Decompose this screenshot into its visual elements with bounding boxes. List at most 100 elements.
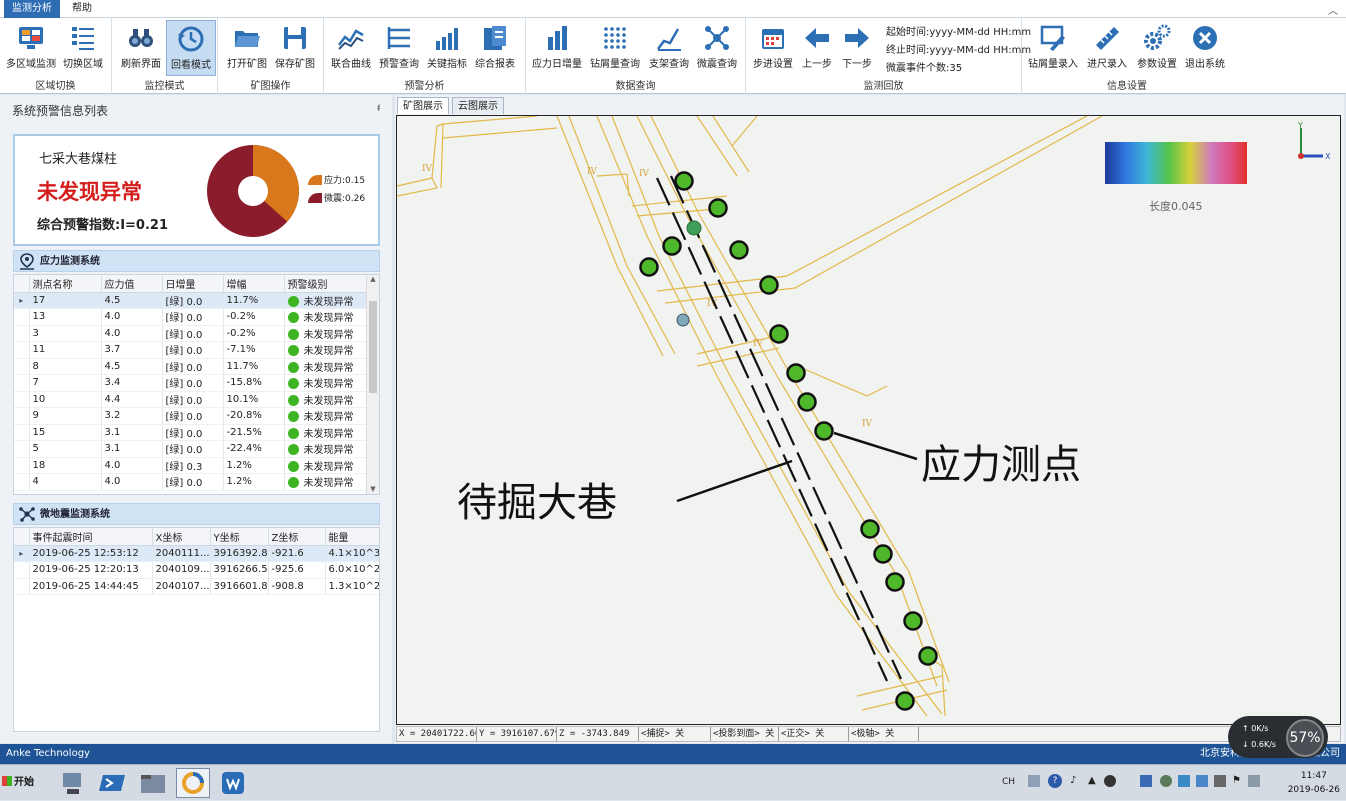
header-point-name[interactable]: 测点名称 (29, 275, 102, 293)
micro-table-row[interactable]: ▸ 2019-06-25 12:53:12 2040111... 3916392.8-… (14, 545, 379, 562)
sensor-sphere-icon[interactable] (686, 220, 702, 236)
network-speed-widget[interactable]: ↑ 0K/s ↓ 0.6K/s 57% (1228, 716, 1328, 758)
stress-point-marker[interactable] (674, 171, 694, 191)
save-map-button[interactable]: 保存矿图 (270, 20, 320, 76)
stress-point-marker[interactable] (662, 236, 682, 256)
tab-monitor-analysis[interactable]: 监测分析 (4, 0, 60, 18)
taskbar-app-explorer[interactable] (136, 768, 170, 798)
header-daily-increment[interactable]: 日增量 (162, 275, 224, 293)
stress-system-header[interactable]: 应力监测系统 (13, 250, 380, 272)
stress-table-row[interactable]: 8 4.5 [绿] 0.0 11.7% 未发现异常 (14, 358, 368, 375)
taskbar-app-wps[interactable] (216, 768, 250, 798)
stress-table-row[interactable]: 3 4.0 [绿] 0.0 -0.2% 未发现异常 (14, 325, 368, 342)
stress-point-marker[interactable] (759, 275, 779, 295)
header-x-coord[interactable]: X坐标 (152, 528, 211, 546)
display-icon[interactable] (1248, 775, 1260, 787)
group-map-ops: 打开矿图 保存矿图 矿图操作 (218, 18, 324, 94)
wps-icon (222, 772, 244, 794)
tray-app-icon[interactable] (1104, 775, 1116, 787)
next-step-button[interactable]: 下一步 (832, 20, 882, 76)
stress-table-row[interactable]: 5 3.1 [绿] 0.0 -22.4% 未发现异常 (14, 440, 368, 458)
stress-point-marker[interactable] (769, 324, 789, 344)
usage-percent: 57% (1286, 719, 1324, 757)
scroll-up-icon[interactable]: ▲ (367, 275, 379, 283)
header-stress-value[interactable]: 应力值 (101, 275, 163, 293)
shield-icon[interactable] (1178, 775, 1190, 787)
usb-icon[interactable] (1214, 775, 1226, 787)
header-warning-level[interactable]: 预警级别 (284, 275, 368, 293)
stress-table-row[interactable]: 18 4.0 [绿] 0.3 1.2% 未发现异常 (14, 457, 368, 474)
microseismic-system-header[interactable]: 微地震监测系统 (13, 503, 380, 525)
snap-toggle[interactable]: <捕捉> 关 (639, 727, 711, 741)
micro-table-row[interactable]: 2019-06-25 14:44:45 2040107... 3916601.8 -9… (14, 578, 379, 595)
system-clock[interactable]: 11:47 2019-06-26 (1288, 769, 1340, 797)
stress-point-marker[interactable] (814, 421, 834, 441)
pin-icon[interactable]: ᵮ (377, 103, 380, 114)
stress-point-marker[interactable] (860, 519, 880, 539)
stress-daily-increment-button[interactable]: 应力日增量 (532, 20, 582, 76)
sensor-sphere-icon[interactable] (676, 313, 690, 327)
stress-point-marker[interactable] (895, 691, 915, 711)
stress-table-row[interactable]: 11 3.7 [绿] 0.0 -7.1% 未发现异常 (14, 341, 368, 359)
tray-app-icon[interactable] (1160, 775, 1172, 787)
taskbar-app-network[interactable] (56, 768, 90, 798)
switch-region-button[interactable]: 切换区域 (58, 20, 108, 76)
point-name-cell: 17 (29, 292, 102, 309)
stress-point-marker[interactable] (786, 363, 806, 383)
tab-contour-map[interactable]: 云图展示 (452, 97, 504, 114)
header-energy[interactable]: 能量 (325, 528, 379, 546)
green-status-icon (287, 295, 299, 307)
stress-table-scrollbar[interactable]: ▲ ▼ (366, 275, 379, 494)
ribbon-collapse-icon[interactable]: ︿ (1328, 2, 1338, 17)
header-z-coord[interactable]: Z坐标 (268, 528, 326, 546)
stress-table-row[interactable]: ▸ 17 4.5 [绿] 0.0 11.7% 未发现异常 (14, 292, 368, 309)
projection-toggle[interactable]: <投影到面> 关 (711, 727, 779, 741)
row-indicator (14, 578, 30, 595)
start-button[interactable]: 开始 (2, 771, 38, 795)
polar-toggle[interactable]: <极轴> 关 (849, 727, 919, 741)
stress-table-row[interactable]: 7 3.4 [绿] 0.0 -15.8% 未发现异常 (14, 374, 368, 392)
stress-table-row[interactable]: 15 3.1 [绿] 0.0 -21.5% 未发现异常 (14, 424, 368, 441)
legend-stress-label: 应力:0.15 (324, 176, 366, 186)
help-icon[interactable]: ? (1048, 774, 1062, 788)
drill-cuttings-query-button[interactable]: 钻屑量查询 (590, 20, 640, 76)
stress-point-marker[interactable] (639, 257, 659, 277)
group-monitor-mode: 刷新界面 回看模式 监控模式 (112, 18, 218, 94)
stress-point-marker[interactable] (797, 392, 817, 412)
summary-report-button[interactable]: 综合报表 (470, 20, 520, 76)
input-language[interactable]: CH (1002, 777, 1015, 787)
keyboard-icon[interactable] (1028, 775, 1040, 787)
stress-point-marker[interactable] (903, 611, 923, 631)
tab-help[interactable]: 帮助 (64, 0, 100, 18)
tab-mine-map[interactable]: 矿图展示 (397, 97, 449, 114)
scroll-down-icon[interactable]: ▼ (367, 485, 379, 493)
stress-table-row[interactable]: 4 4.0 [绿] 0.0 1.2% 未发现异常 (14, 473, 368, 491)
taskbar-app-anke[interactable] (176, 768, 210, 798)
stress-point-marker[interactable] (708, 198, 728, 218)
up-arrow-icon[interactable]: ▲ (1088, 775, 1096, 786)
micro-table-row[interactable]: 2019-06-25 12:20:13 2040109... 3916266.5 -9… (14, 561, 379, 579)
microseismic-query-button[interactable]: 微震查询 (692, 20, 742, 76)
stress-table-row[interactable]: 13 4.0 [绿] 0.0 -0.2% 未发现异常 (14, 308, 368, 326)
sound-icon[interactable]: ♪ (1070, 775, 1076, 786)
stress-point-marker[interactable] (729, 240, 749, 260)
mine-map-canvas[interactable]: IV IV IV IV IV IV 应力测点 待掘大巷 长度0.045 Y X (396, 115, 1341, 725)
stress-table-row[interactable]: 10 4.4 [绿] 0.0 10.1% 未发现异常 (14, 391, 368, 408)
scroll-thumb[interactable] (369, 301, 377, 393)
network-status-icon[interactable] (1196, 775, 1208, 787)
header-growth[interactable]: 增幅 (223, 275, 285, 293)
stress-table-row[interactable]: 9 3.2 [绿] 0.0 -20.8% 未发现异常 (14, 407, 368, 425)
security-icon[interactable] (1140, 775, 1152, 787)
ortho-toggle[interactable]: <正交> 关 (779, 727, 849, 741)
multi-region-monitor-button[interactable]: 多区域监测 (6, 20, 56, 76)
exit-system-button[interactable]: 退出系统 (1180, 20, 1230, 76)
drill-cuttings-entry-button[interactable]: 钻屑量录入 (1028, 20, 1078, 76)
flag-icon[interactable]: ⚑ (1232, 775, 1241, 786)
stress-point-marker[interactable] (885, 572, 905, 592)
taskbar-app-powershell[interactable] (96, 768, 130, 798)
stress-point-marker[interactable] (918, 646, 938, 666)
header-event-time[interactable]: 事件起震时间 (29, 528, 153, 546)
header-y-coord[interactable]: Y坐标 (210, 528, 269, 546)
stress-point-marker[interactable] (873, 544, 893, 564)
playback-mode-button[interactable]: 回看模式 (166, 20, 216, 76)
